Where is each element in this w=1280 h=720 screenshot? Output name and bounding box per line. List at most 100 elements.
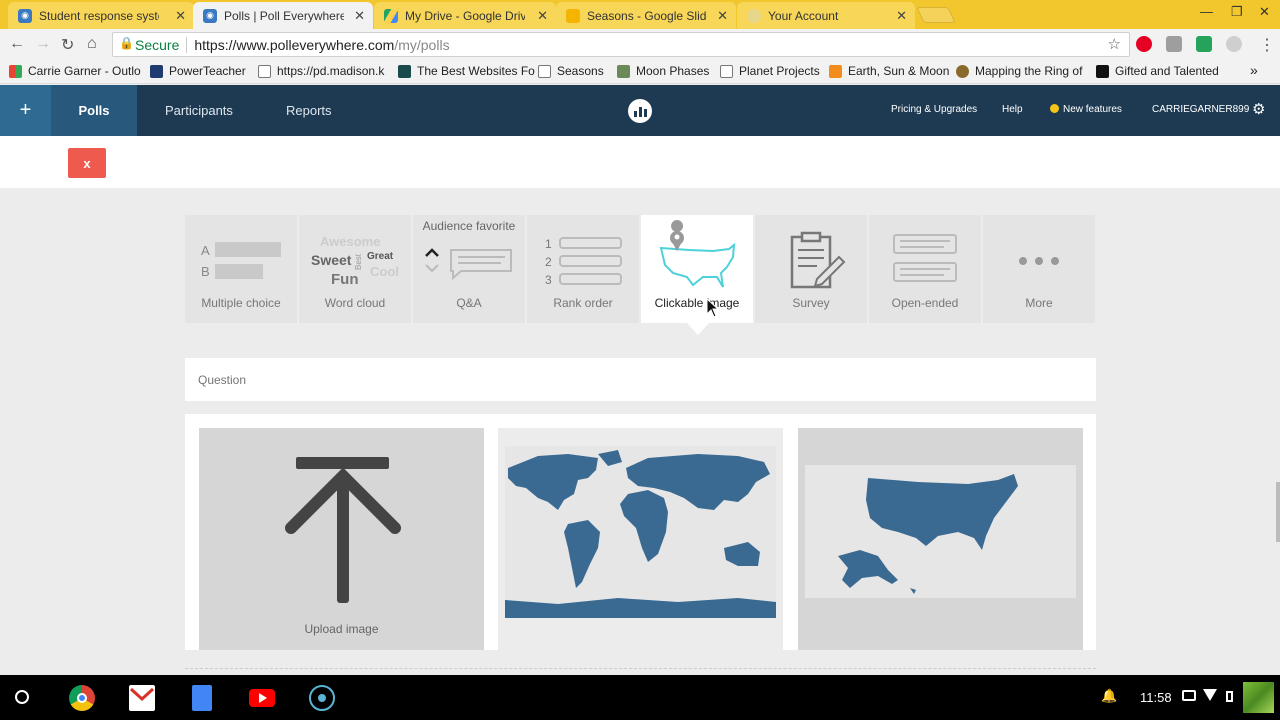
avatar[interactable]	[1243, 682, 1274, 713]
clock[interactable]: 11:58	[1140, 690, 1172, 705]
recorder-icon[interactable]	[309, 685, 335, 711]
restore-icon[interactable]: ❐	[1231, 4, 1243, 20]
youtube-icon[interactable]	[249, 689, 275, 707]
account-icon	[747, 8, 761, 23]
close-button[interactable]: x	[68, 148, 106, 178]
close-tab-icon[interactable]: ✕	[896, 8, 907, 24]
pricing-link[interactable]: Pricing & Upgrades	[891, 104, 977, 115]
type-label: Clickable image	[654, 296, 740, 310]
gmail-icon[interactable]	[129, 685, 155, 711]
gear-icon[interactable]: ⚙	[1252, 100, 1265, 118]
slides-icon	[566, 8, 580, 23]
pollev-logo-icon[interactable]	[628, 99, 652, 123]
close-tab-icon[interactable]: ✕	[717, 8, 728, 24]
home-icon[interactable]: ⌂	[87, 35, 97, 53]
usa-map-option[interactable]	[798, 428, 1083, 650]
apps-grid-icon	[9, 64, 22, 78]
minimize-icon[interactable]: —	[1200, 4, 1213, 19]
question-input[interactable]	[185, 358, 1096, 401]
wifi-icon[interactable]	[1203, 689, 1217, 701]
drive-icon	[384, 8, 398, 23]
page-icon	[538, 64, 551, 78]
type-rank-order[interactable]: 1 2 3 Rank order	[527, 215, 639, 323]
tab-title: Student response syster	[39, 8, 159, 23]
world-map-image	[505, 446, 776, 618]
close-tab-icon[interactable]: ✕	[537, 8, 548, 24]
pinterest-icon[interactable]	[1136, 36, 1152, 52]
bookmark-item[interactable]: Gifted and Talented	[1096, 64, 1219, 78]
docs-icon[interactable]	[192, 685, 212, 711]
bookmark-item[interactable]: Carrie Garner - Outlo	[9, 64, 141, 78]
browser-tab-strip: ◉ Student response syster ✕ ◉ Polls | Po…	[0, 0, 1280, 29]
bookmark-label: Planet Projects	[739, 64, 820, 78]
browser-tab[interactable]: ◉ Student response syster ✕	[8, 2, 194, 29]
classroom-icon[interactable]	[1196, 36, 1212, 52]
new-features-link[interactable]: New features	[1050, 104, 1122, 115]
launcher-icon[interactable]	[15, 690, 29, 704]
menu-icon[interactable]: ⋮	[1259, 35, 1275, 55]
bookmark-item[interactable]: Planet Projects	[720, 64, 820, 78]
qa-icon	[425, 248, 512, 281]
upload-image-option[interactable]: Upload image	[199, 428, 484, 650]
star-icon[interactable]: ☆	[1108, 35, 1121, 53]
close-tab-icon[interactable]: ✕	[175, 8, 186, 24]
type-survey[interactable]: Survey	[755, 215, 867, 323]
pollev-icon: ◉	[18, 8, 32, 23]
nav-reports[interactable]: Reports	[286, 85, 332, 136]
browser-tab-active[interactable]: ◉ Polls | Poll Everywhere ✕	[193, 2, 373, 29]
create-poll-button[interactable]: +	[0, 85, 51, 136]
username-link[interactable]: CARRIEGARNER899	[1152, 104, 1249, 115]
word-cloud-word: Awesome	[320, 234, 380, 249]
scrollbar[interactable]	[1276, 482, 1280, 542]
close-window-icon[interactable]: ✕	[1259, 4, 1270, 20]
mc-letter: A	[201, 243, 210, 258]
nav-participants[interactable]: Participants	[165, 85, 233, 136]
forward-icon[interactable]: →	[35, 35, 51, 53]
world-map-option[interactable]	[498, 428, 783, 650]
cast-icon[interactable]	[1182, 690, 1196, 701]
battery-icon[interactable]	[1226, 691, 1233, 702]
type-label: Q&A	[456, 296, 482, 310]
type-word-cloud[interactable]: Awesome Sweet Best Great Fun Cool Word c…	[299, 215, 411, 323]
rank-number: 1	[545, 237, 552, 251]
type-qa[interactable]: Audience favorite Q&A	[413, 215, 525, 323]
page-icon	[720, 64, 733, 78]
nav-polls[interactable]: Polls	[51, 85, 137, 136]
type-label: More	[1025, 296, 1053, 310]
bookmark-item[interactable]: Mapping the Ring of	[956, 64, 1082, 78]
bookmarks-overflow-icon[interactable]: »	[1250, 62, 1258, 78]
type-label: Open-ended	[891, 296, 959, 310]
bookmark-item[interactable]: https://pd.madison.k	[258, 64, 384, 78]
bookmark-item[interactable]: Earth, Sun & Moon	[829, 64, 949, 78]
notification-icon[interactable]: 🔔	[1101, 688, 1117, 704]
bookmark-item[interactable]: Moon Phases	[617, 64, 709, 78]
map-pin-icon	[659, 220, 736, 288]
browser-tab[interactable]: Seasons - Google Slides ✕	[556, 2, 736, 29]
extension-icon[interactable]	[1166, 36, 1182, 52]
profile-icon[interactable]	[1226, 36, 1242, 52]
browser-tab[interactable]: Your Account ✕	[737, 2, 915, 29]
chrome-icon[interactable]	[69, 685, 95, 711]
bookmark-item[interactable]: The Best Websites Fo	[398, 64, 535, 78]
close-tab-icon[interactable]: ✕	[354, 8, 365, 24]
address-bar[interactable]: 🔒 Secure https://www.polleverywhere.com /…	[112, 32, 1130, 57]
tab-title: My Drive - Google Drive	[405, 8, 525, 23]
help-link[interactable]: Help	[1002, 104, 1023, 115]
bookmark-item[interactable]: PowerTeacher	[150, 64, 246, 78]
moon-icon	[617, 64, 630, 78]
mouse-cursor-icon	[706, 298, 720, 318]
word-cloud-word: Sweet	[311, 252, 352, 268]
word-cloud-word: Fun	[331, 271, 359, 288]
type-open-ended[interactable]: Open-ended	[869, 215, 981, 323]
type-multiple-choice[interactable]: A B Multiple choice	[185, 215, 297, 323]
back-icon[interactable]: ←	[9, 35, 25, 53]
secure-label: Secure	[135, 36, 180, 53]
new-tab-button[interactable]	[916, 7, 956, 23]
reload-icon[interactable]: ↻	[61, 35, 74, 55]
bookmark-item[interactable]: Seasons	[538, 64, 604, 78]
type-clickable-image[interactable]: Clickable image	[641, 215, 753, 323]
word-cloud-word: Cool	[370, 264, 399, 279]
edtech-icon	[398, 64, 411, 78]
browser-tab[interactable]: My Drive - Google Drive ✕	[374, 2, 556, 29]
type-more[interactable]: More	[983, 215, 1095, 323]
